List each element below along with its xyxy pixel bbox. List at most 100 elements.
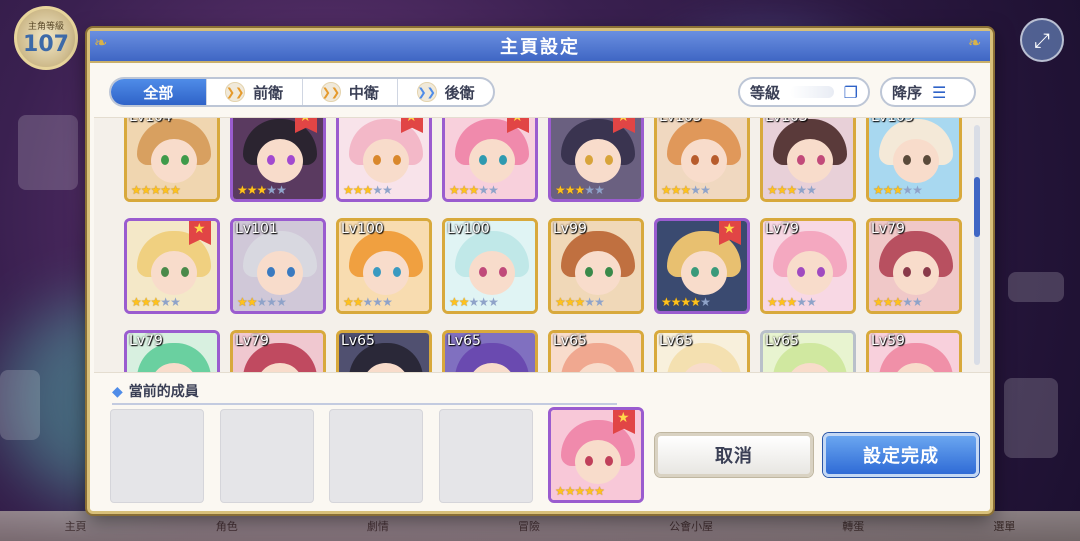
star-icon: ★ [661,295,672,309]
character-card[interactable]: ★ ★★★★ [442,118,538,202]
nav-guild-house[interactable]: 公會小屋 [669,518,713,534]
star-icon: ★ [458,295,470,309]
nav-adventure[interactable]: 冒險 [518,518,540,534]
character-card[interactable]: Lv65★★★★★ [654,330,750,372]
scrollbar-thumb[interactable] [974,177,980,237]
character-level: Lv79 [871,221,905,237]
character-level: Lv59 [871,333,905,349]
portrait-face [575,139,621,183]
character-card[interactable]: Lv103 ★★★★★ [760,118,856,202]
star-icon: ★ [170,183,181,197]
star-icon: ★ [140,295,152,309]
star-icon: ★ [680,295,692,309]
character-level: Lv100 [447,221,490,237]
sort-order-button[interactable]: 降序 ☰ [880,77,976,107]
star-icon: ★ [478,295,489,309]
cancel-button[interactable]: 取消 [655,433,813,477]
confirm-settings-button[interactable]: 設定完成 [823,433,979,477]
character-card[interactable]: Lv103 ★★★★★ [654,118,750,202]
star-icon: ★ [786,183,798,197]
window-icon: ❐ [843,82,858,102]
star-icon: ★ [690,295,701,309]
nav-character[interactable]: 角色 [216,518,238,534]
character-card[interactable]: ★ ★★★★ [336,118,432,202]
homepage-settings-dialog: 主頁設定 ❧ ❧ 全部 ❯❯ 前衛 ❯❯ 中衛 ❯❯ 後衛 等級 ❐ 降序 ☰ … [87,28,993,514]
nav-home[interactable]: 主頁 [65,518,87,534]
star-icon: ★ [160,183,171,197]
star-icon: ★ [806,183,817,197]
sort-by-level-button[interactable]: 等級 ❐ [738,77,870,107]
character-card[interactable]: Lv103 ★★★★★ [866,118,962,202]
character-card[interactable]: Lv65★★★★★ [760,330,856,372]
character-card[interactable]: Lv100 ★★★★★ [442,218,538,314]
star-rating: ★★★★★ [449,183,499,197]
star-icon: ★ [584,183,595,197]
portrait-face [681,251,727,295]
star-icon: ★ [352,295,364,309]
nav-gacha[interactable]: 轉蛋 [842,518,864,534]
nav-story[interactable]: 劇情 [367,518,389,534]
tab-rearguard[interactable]: ❯❯ 後衛 [398,79,493,105]
character-level: Lv79 [765,221,799,237]
character-card[interactable]: Lv65★★★★★ [442,330,538,372]
tab-all[interactable]: 全部 [111,79,207,105]
gift-button[interactable] [1004,378,1058,458]
character-card[interactable]: Lv65★★★★★ [548,330,644,372]
star-icon: ★ [140,183,152,197]
character-card[interactable]: Lv79★★★★★ [230,330,326,372]
portrait-face [363,251,409,295]
star-icon: ★ [882,183,894,197]
member-slot-empty[interactable] [439,409,533,503]
member-slot-empty[interactable] [110,409,204,503]
star-icon: ★ [488,295,499,309]
portrait-eye [691,155,699,165]
star-rating: ★★★★★ [767,295,817,309]
character-card[interactable]: ★ ★★★★ [230,118,326,202]
star-icon: ★ [170,295,181,309]
character-card[interactable]: Lv100 ★★★★★ [336,218,432,314]
member-slot-empty[interactable] [329,409,423,503]
star-icon: ★ [584,295,595,309]
side-menu-button[interactable] [18,115,78,190]
tab-midguard[interactable]: ❯❯ 中衛 [303,79,399,105]
member-slot-filled[interactable]: ★ ★★★★ [548,407,644,503]
diamond-icon: ◆ [112,384,123,400]
character-card[interactable]: Lv79★★★★★ [866,218,962,314]
character-card[interactable]: ★ ★★★★ [548,407,644,503]
member-slot-empty[interactable] [220,409,314,503]
character-card[interactable]: Lv79★★★★★ [124,330,220,372]
star-icon: ★ [912,183,923,197]
tab-vanguard-label: 前衛 [253,83,284,102]
character-card[interactable]: Lv65★★★★★ [336,330,432,372]
portrait-eye [267,155,275,165]
star-icon: ★ [131,295,142,309]
tab-rearguard-label: 後衛 [444,83,475,102]
sort-by-label: 等級 [750,83,781,102]
tab-vanguard[interactable]: ❯❯ 前衛 [207,79,303,105]
star-rating: ★★★★★ [555,295,605,309]
portrait-face [469,251,515,295]
character-level: Lv65 [659,333,693,349]
chevron-right-icon: ❯❯ [416,82,437,102]
character-card[interactable]: Lv104 ★★★★★ [124,118,220,202]
player-level-label: 主角等級 [27,22,64,32]
character-card[interactable]: ★ ★★★★ [124,218,220,314]
expand-icon[interactable]: ⤢ [1020,18,1064,62]
character-card[interactable]: ★ ★★★★ [654,218,750,314]
star-icon: ★ [237,183,248,197]
star-icon: ★ [246,183,258,197]
character-card[interactable]: ★ ★★★★ [548,118,644,202]
star-icon: ★ [912,295,923,309]
character-card[interactable]: Lv101 ★★★★★ [230,218,326,314]
character-card[interactable]: Lv59★★★★★ [866,330,962,372]
nav-menu[interactable]: 選單 [993,518,1015,534]
grid-scrollbar[interactable] [974,125,980,365]
portrait-eye [585,155,593,165]
star-icon: ★ [488,183,499,197]
character-card[interactable]: Lv79 ★★★★★ [760,218,856,314]
volume-button[interactable] [1008,272,1064,302]
character-card[interactable]: Lv99 ★★★★★ [548,218,644,314]
side-character-button[interactable] [0,370,40,440]
portrait-eye [797,267,805,277]
portrait-eye [903,155,911,165]
